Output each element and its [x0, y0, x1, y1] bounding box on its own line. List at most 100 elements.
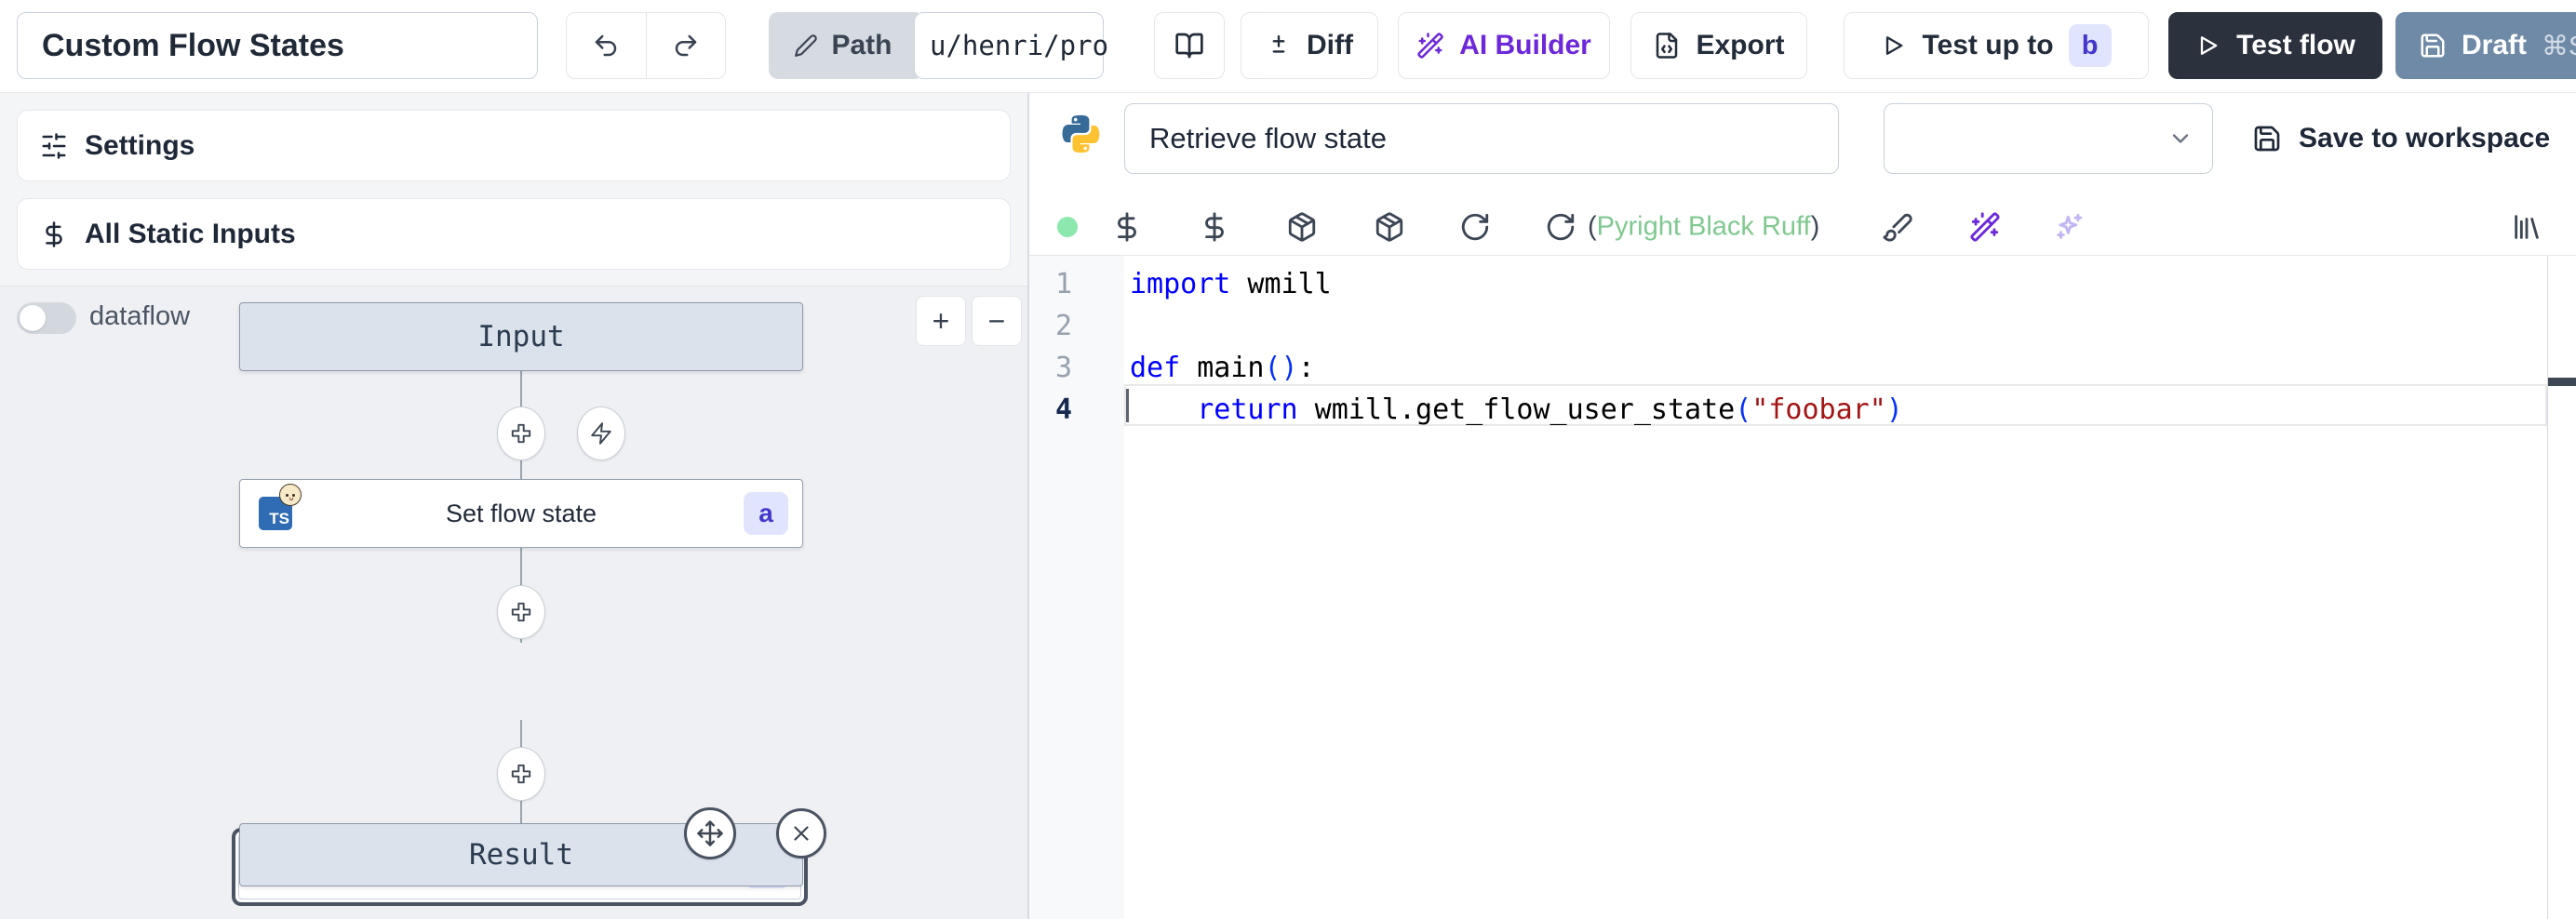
all-static-inputs-row[interactable]: All Static Inputs [17, 198, 1011, 270]
line-number: 4 [1029, 389, 1124, 431]
flow-title-input[interactable]: Custom Flow States [17, 12, 538, 79]
edge [520, 460, 522, 479]
line-number: 3 [1029, 347, 1124, 389]
dollar-icon[interactable] [1111, 211, 1143, 243]
undo-redo-group [566, 12, 726, 79]
draft-save-button[interactable]: Draft ⌘S [2395, 12, 2576, 79]
step-node-set-flow-state[interactable]: TS Set flow state a [239, 479, 803, 548]
path-group: Path u/henri/pro [769, 12, 1107, 79]
python-icon [1059, 113, 1102, 155]
refresh-icon[interactable] [1459, 211, 1491, 243]
add-step-button[interactable] [497, 747, 545, 801]
package-icon[interactable] [1286, 211, 1318, 243]
refresh-icon[interactable] [1545, 211, 1576, 243]
close-icon [789, 821, 813, 846]
divider [1029, 255, 2576, 256]
draft-label: Draft [2462, 30, 2527, 61]
lightning-icon [589, 421, 613, 446]
ai-builder-label: AI Builder [1459, 30, 1591, 61]
move-step-button[interactable] [684, 807, 736, 859]
code-line[interactable]: 1import wmill [1029, 263, 2547, 305]
editor-toolbar: (Pyright Black Ruff) [1029, 199, 2576, 255]
flow-graph: dataflow + − Input [0, 286, 1027, 919]
path-value[interactable]: u/henri/pro [914, 12, 1104, 79]
export-button[interactable]: Export [1630, 12, 1807, 79]
redo-button[interactable] [647, 13, 726, 78]
diff-button[interactable]: Diff [1241, 12, 1378, 79]
code-text: return wmill.get_flow_user_state("foobar… [1130, 389, 1903, 431]
docs-button[interactable] [1154, 12, 1225, 79]
editor-scrollbar[interactable] [2547, 256, 2548, 919]
file-code-icon [1653, 32, 1681, 60]
step-name-input[interactable] [1124, 103, 1839, 174]
flow-editor-page: Custom Flow States Path u/henri/pro [0, 0, 2576, 919]
step-label: Set flow state [446, 499, 597, 528]
ai-builder-button[interactable]: AI Builder [1398, 12, 1610, 79]
save-to-workspace-button[interactable]: Save to workspace [2252, 112, 2550, 166]
test-flow-button[interactable]: Test flow [2168, 12, 2382, 79]
add-step-button[interactable] [497, 585, 545, 639]
path-label: Path [831, 30, 892, 61]
input-node[interactable]: Input [239, 302, 803, 371]
book-open-icon [1174, 31, 1204, 60]
plus-icon [509, 421, 533, 446]
settings-row[interactable]: Settings [17, 110, 1011, 181]
sliders-icon [40, 132, 68, 160]
add-step-button[interactable] [497, 406, 545, 460]
line-number: 2 [1029, 305, 1124, 347]
pencil-icon [794, 33, 818, 58]
test-up-to-button[interactable]: Test up to b [1844, 12, 2149, 79]
ai-wand-icon[interactable] [1969, 211, 2001, 243]
dataflow-label: dataflow [89, 301, 190, 332]
sparkles-icon[interactable] [2053, 211, 2085, 243]
code-line[interactable]: 2 [1029, 305, 2547, 347]
flow-title: Custom Flow States [42, 28, 344, 64]
code-assistants-status: (Pyright Black Ruff) [1588, 212, 1819, 243]
dollar-icon[interactable] [1199, 211, 1230, 243]
zoom-in-button[interactable]: + [916, 296, 966, 346]
language-select[interactable] [1884, 103, 2213, 174]
flow-sidebar: Settings All Static Inputs dataflow + − … [0, 93, 1027, 919]
format-brush-icon[interactable] [1882, 211, 1913, 243]
undo-button[interactable] [567, 13, 646, 78]
undo-icon [592, 32, 620, 60]
scrollbar-cursor-marker [2548, 378, 2576, 386]
redo-icon [672, 32, 700, 60]
bun-typescript-icon: TS [259, 497, 292, 530]
top-toolbar: Custom Flow States Path u/henri/pro [0, 0, 2576, 93]
play-icon [1881, 33, 1907, 59]
library-icon[interactable] [2511, 211, 2542, 243]
step-badge-b: b [2069, 24, 2112, 67]
delete-step-button[interactable] [776, 808, 826, 859]
dataflow-toggle[interactable] [17, 302, 76, 334]
dollar-icon [40, 220, 68, 248]
save-icon [2419, 32, 2447, 60]
step-badge-a: a [744, 492, 788, 535]
test-flow-label: Test flow [2236, 30, 2355, 61]
bun-icon [279, 484, 302, 506]
plus-icon [509, 762, 533, 786]
plus-icon [509, 600, 533, 624]
draft-shortcut: ⌘S [2542, 30, 2576, 62]
all-static-inputs-label: All Static Inputs [85, 219, 296, 250]
play-icon [2195, 33, 2221, 59]
add-trigger-button[interactable] [577, 406, 625, 460]
move-icon [696, 819, 724, 847]
diff-icon [1266, 33, 1292, 59]
toggle-knob [20, 305, 46, 331]
package-icon[interactable] [1374, 211, 1405, 243]
edge [520, 720, 522, 747]
code-text: import wmill [1130, 263, 1332, 305]
zoom-out-button[interactable]: − [972, 296, 1022, 346]
settings-label: Settings [85, 130, 195, 162]
edge [520, 548, 522, 585]
step-editor-panel: Save to workspace (Pyright Black Ruff) 1… [1029, 93, 2576, 919]
code-text: def main(): [1130, 347, 1315, 389]
edge [520, 639, 522, 643]
save-to-workspace-label: Save to workspace [2299, 123, 2550, 154]
line-number: 1 [1029, 263, 1124, 305]
export-label: Export [1696, 30, 1784, 61]
path-button[interactable]: Path [769, 12, 918, 79]
code-line[interactable]: 3def main(): [1029, 347, 2547, 389]
code-line[interactable]: 4 return wmill.get_flow_user_state("foob… [1029, 389, 2547, 431]
